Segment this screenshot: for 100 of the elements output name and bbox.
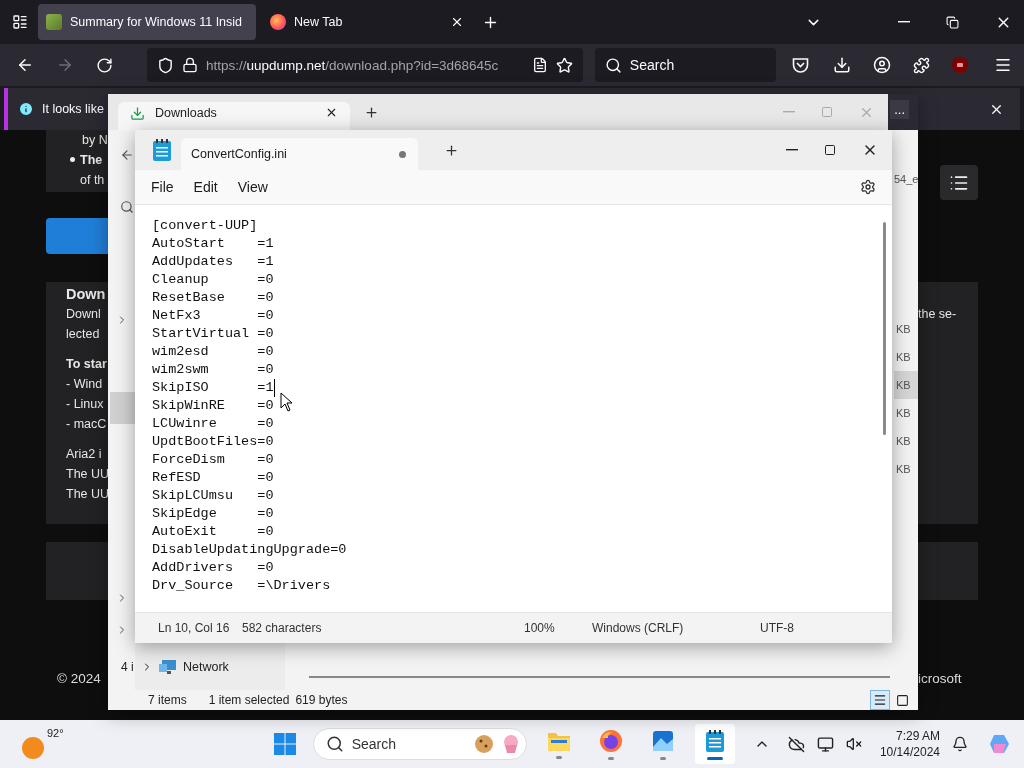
pocket-icon [792,57,809,73]
status-text: 582 characters [242,621,323,635]
photos-icon [650,728,675,753]
code-line: LCUwinre =0 [152,415,275,433]
search-icon[interactable] [120,200,134,214]
file-size-cell[interactable]: KB [894,427,918,455]
browser-tab[interactable]: New Tab [262,4,472,40]
explorer-tab[interactable]: Downloads [118,102,350,130]
restore-icon [946,15,959,29]
code-line: AddDrivers =0 [152,559,275,577]
taskbar-search-field[interactable]: Search [312,728,527,760]
content-card [46,542,108,600]
code-line: SkipLCUmsu =0 [152,487,275,505]
note-text: The UU [65,466,108,483]
status-text: 7 items [148,693,187,707]
item-count-text: 4 i [120,659,135,674]
search-field[interactable]: Search [594,48,776,82]
code-line: Drv_Source =\Drivers [152,577,332,595]
notepad-tab[interactable]: ConvertConfig.ini [181,138,418,170]
menu-icon [994,56,1012,74]
shield-icon[interactable] [157,56,174,74]
code-line: SkipISO =1 [152,379,275,397]
bookmark-star-icon[interactable] [555,56,573,74]
file-size-cell[interactable]: KB [894,343,918,371]
paragraph-text: lected [65,326,101,343]
file-name-text: 54_e [894,173,918,185]
maximize-icon[interactable] [824,144,836,156]
reload-icon [96,56,113,74]
step-text: - Wind [65,376,104,393]
code-line: UpdtBootFiles=0 [152,433,275,451]
code-line: RefESD =0 [152,469,275,487]
cookie-icon [473,734,494,754]
page-icon [46,14,62,30]
nav-item[interactable]: Network [135,643,285,690]
menu-item[interactable]: View [229,175,276,199]
code-line: wim2swm =0 [152,361,275,379]
lock-icon[interactable] [182,57,198,73]
notification-bell-icon[interactable] [952,736,968,752]
vertical-scrollbar[interactable] [883,222,886,435]
reader-view-icon[interactable] [531,57,548,73]
minimize-icon[interactable] [786,149,798,151]
note-text: The UU [65,486,108,503]
horizontal-scrollbar[interactable] [309,675,890,678]
code-line: AddUpdates =1 [152,253,275,271]
close-icon[interactable] [450,15,464,29]
close-icon[interactable] [325,106,338,119]
card-text: by N [81,132,108,149]
paragraph-text: the se- [918,306,958,323]
menu-item[interactable]: File [143,175,182,199]
mute-icon[interactable] [845,736,862,752]
clock[interactable]: 7:29 AM 10/14/2024 [879,728,940,760]
file-size-cell[interactable]: KB [894,315,918,343]
details-view-button[interactable] [870,690,890,710]
back-icon[interactable] [120,148,134,162]
card-heading: Down [65,285,107,304]
new-tab-icon[interactable] [444,142,459,158]
status-text: 100% [524,621,556,635]
code-line: SkipWinRE =0 [152,397,275,415]
settings-icon[interactable] [860,179,876,195]
step-text: - macC [65,416,108,433]
code-line: wim2esd =0 [152,343,275,361]
status-text: 619 bytes [295,693,348,707]
code-line: ResetBase =0 [152,289,275,307]
address-bar[interactable]: https://uupdump.net/download.php?id=3d68645c [147,48,583,82]
temperature-text: 92° [47,727,64,739]
firefox-icon [598,728,623,753]
status-text: 1 item selected [208,693,290,707]
tab-list-icon [12,14,28,30]
tiles-icon [895,693,909,707]
taskbar-app-button[interactable] [694,724,735,764]
new-tab-icon[interactable] [364,104,379,120]
file-size-cell[interactable]: KB [894,455,918,483]
download-icon [833,56,851,74]
content-card [918,542,978,600]
browser-tab[interactable]: Summary for Windows 11 Insid [38,4,256,40]
more-button[interactable]: ... [890,99,909,119]
code-line: Cleanup =0 [152,271,275,289]
notepad-icon [703,728,726,753]
status-text: Ln 10, Col 16 [158,621,231,635]
menu-item[interactable]: Edit [185,175,226,199]
steps-title: To star [65,356,108,373]
details-icon [873,693,887,707]
file-size-cell[interactable]: KB [894,371,918,399]
status-text: Windows (CRLF) [592,621,685,635]
download-icon [130,106,145,121]
code-line: SkipEdge =0 [152,505,275,523]
code-line: NetFx3 =0 [152,307,275,325]
list-view-button[interactable] [940,165,978,200]
cloud-off-icon[interactable] [787,735,805,753]
footer-text: icrosoft [918,671,963,686]
status-text: UTF-8 [760,621,795,635]
text-editor[interactable] [135,205,892,612]
notepad-icon [151,138,173,162]
code-line: AutoExit =0 [152,523,275,541]
copyright-text: © 2024 [56,671,102,686]
bullet-item: The of th [46,150,108,190]
puzzle-icon [913,56,930,74]
code-line: ForceDism =0 [152,451,275,469]
file-size-cell[interactable]: KB [894,399,918,427]
paragraph-text: Downl [65,306,102,323]
